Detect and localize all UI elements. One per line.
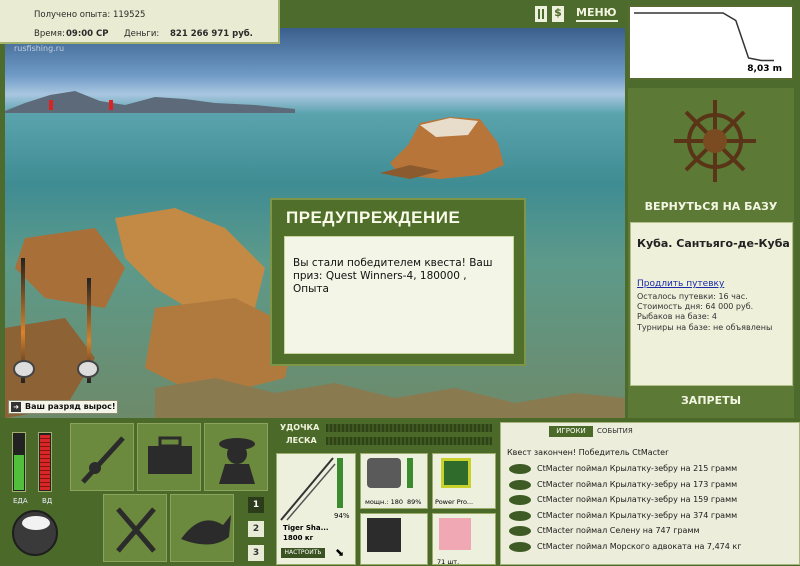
expand-arrow-icon[interactable]: ⬊ — [335, 546, 344, 559]
remaining-text: Осталось путевки: 16 час. — [637, 292, 748, 301]
fish-icon — [509, 541, 531, 552]
food-slot[interactable] — [103, 494, 167, 562]
depth-line — [634, 12, 774, 62]
buoy — [49, 100, 53, 110]
money-value: 821 266 971 руб. — [170, 29, 253, 39]
reel-wear-bar — [407, 458, 413, 488]
rod-wear-bar — [337, 458, 343, 508]
warning-dialog[interactable]: ПРЕДУПРЕЖДЕНИЕ Вы стали победителем квес… — [270, 198, 526, 366]
events-panel: ИГРОКИ СОБЫТИЯ Квест закончен! Победител… — [500, 422, 800, 565]
event-item: CtMacter поймал Селену на 747 грамм — [537, 526, 700, 535]
health-fill — [40, 434, 50, 490]
fork-knife-icon — [116, 507, 156, 553]
event-item: CtMacter поймал Крылатку-зебру на 374 гр… — [537, 510, 738, 520]
rod-tension-bar — [326, 424, 492, 432]
extend-trip-link[interactable]: Продлить путевку — [637, 279, 724, 289]
tab-events[interactable]: СОБЫТИЯ — [597, 426, 633, 437]
dollar-icon[interactable]: $ — [552, 6, 564, 22]
depth-gauge: 8,03 m — [628, 5, 794, 80]
rod-icon — [81, 436, 125, 484]
rod-name: Tiger Sha... — [283, 524, 329, 532]
angler-slot[interactable] — [204, 423, 268, 491]
time-value: 09:00 СР — [66, 29, 109, 39]
reel-card[interactable]: мощн.: 180 89% — [360, 453, 428, 509]
rank-up-toast: ➜ Ваш разряд вырос! — [8, 400, 118, 414]
fish-icon — [509, 526, 531, 536]
base-info: Куба. Сантьяго-де-Куба Продлить путевку … — [630, 222, 793, 386]
experience-text: Получено опыта: 119525 — [34, 10, 146, 20]
health-meter — [38, 432, 52, 492]
setup-button[interactable]: НАСТРОИТЬ — [281, 548, 325, 558]
arrow-icon: ➜ — [11, 402, 21, 412]
fish-icon — [181, 515, 231, 545]
depth-value: 8,03 m — [747, 64, 782, 74]
quest-header: Квест закончен! Победитель CtMacter — [507, 448, 669, 457]
time-label: Время: — [34, 29, 65, 39]
menu-button[interactable]: МЕНЮ — [576, 6, 618, 22]
event-item: CtMacter поймал Крылатку-зебру на 215 гр… — [537, 464, 738, 473]
tab-players[interactable]: ИГРОКИ — [549, 426, 593, 437]
rod-card[interactable]: 94% Tiger Sha... 1800 кг НАСТРОИТЬ ⬊ — [276, 453, 356, 565]
rock-island — [380, 117, 504, 179]
hook-icon — [367, 518, 401, 552]
return-to-base-button[interactable]: ВЕРНУТЬСЯ НА БАЗУ — [628, 200, 794, 218]
reel-icon — [367, 458, 401, 488]
event-item: CtMacter поймал Крылатку-зебру на 159 гр… — [537, 495, 738, 504]
tournaments-text: Турниры на базе: не объявлены — [637, 323, 773, 332]
shallow-rocks — [155, 378, 625, 418]
rods-slot[interactable] — [70, 423, 134, 491]
event-item: CtMacter поймал Крылатку-зебру на 173 гр… — [537, 479, 738, 489]
player-info-panel: Получено опыта: 119525 Время: 09:00 СР Д… — [0, 0, 280, 44]
dialog-title: ПРЕДУПРЕЖДЕНИЕ — [286, 208, 461, 227]
food-fill — [14, 455, 24, 490]
line-card[interactable]: Power Pro... — [432, 453, 496, 509]
dialog-message: Вы стали победителем квеста! Ваш приз: Q… — [284, 236, 514, 354]
rod-percent: 94% — [334, 512, 350, 520]
buoy — [109, 100, 113, 110]
reel-power: мощн.: 180 — [365, 498, 403, 506]
money-label: Деньги: — [124, 29, 160, 39]
tackle-panel: УДОЧКА ЛЕСКА 94% Tiger Sha... 1800 кг НА… — [276, 423, 496, 566]
toast-text: Ваш разряд вырос! — [25, 402, 116, 411]
tab-3[interactable]: 3 — [248, 545, 264, 561]
location-title: Куба. Сантьяго-де-Куба — [637, 237, 790, 250]
rod-weight: 1800 кг — [283, 534, 314, 542]
reel-1[interactable] — [13, 360, 35, 378]
bans-button[interactable]: ЗАПРЕТЫ — [628, 394, 794, 410]
rod-label: УДОЧКА — [280, 423, 320, 432]
reel-percent: 89% — [407, 498, 422, 506]
tab-2[interactable]: 2 — [248, 521, 264, 537]
watermark: rusfishing.ru — [14, 44, 65, 53]
tackle-box-slot[interactable] — [137, 423, 201, 491]
reel-2[interactable] — [77, 360, 99, 378]
health-label: ВД — [42, 497, 53, 505]
tackle-box-icon — [148, 436, 192, 474]
fish-icon — [509, 479, 531, 490]
catch-slot[interactable] — [170, 494, 234, 562]
tab-1[interactable]: 1 — [248, 497, 264, 513]
fish-icon — [509, 510, 531, 521]
food-pot-icon[interactable] — [12, 510, 58, 556]
day-cost-text: Стоимость дня: 64 000 руб. — [637, 302, 754, 311]
hook-card[interactable] — [360, 513, 428, 565]
event-item: CtMacter поймал Морского адвоката на 7,4… — [537, 541, 742, 551]
bait-card[interactable]: 71 шт. — [432, 513, 496, 566]
line-label: ЛЕСКА — [286, 436, 317, 445]
fisherman-icon — [219, 438, 255, 484]
fish-icon — [509, 464, 531, 474]
food-meter — [12, 432, 26, 492]
line-name: Power Pro... — [435, 498, 474, 506]
food-label: ЕДА — [13, 497, 28, 505]
pause-icon[interactable] — [535, 6, 547, 22]
rod-icon — [280, 457, 336, 521]
fishers-text: Рыбаков на базе: 4 — [637, 312, 717, 321]
ship-wheel-icon[interactable] — [670, 96, 760, 186]
bait-icon — [439, 518, 471, 550]
fish-icon — [509, 495, 531, 505]
line-spool-icon — [441, 458, 471, 488]
line-tension-bar — [326, 437, 492, 445]
